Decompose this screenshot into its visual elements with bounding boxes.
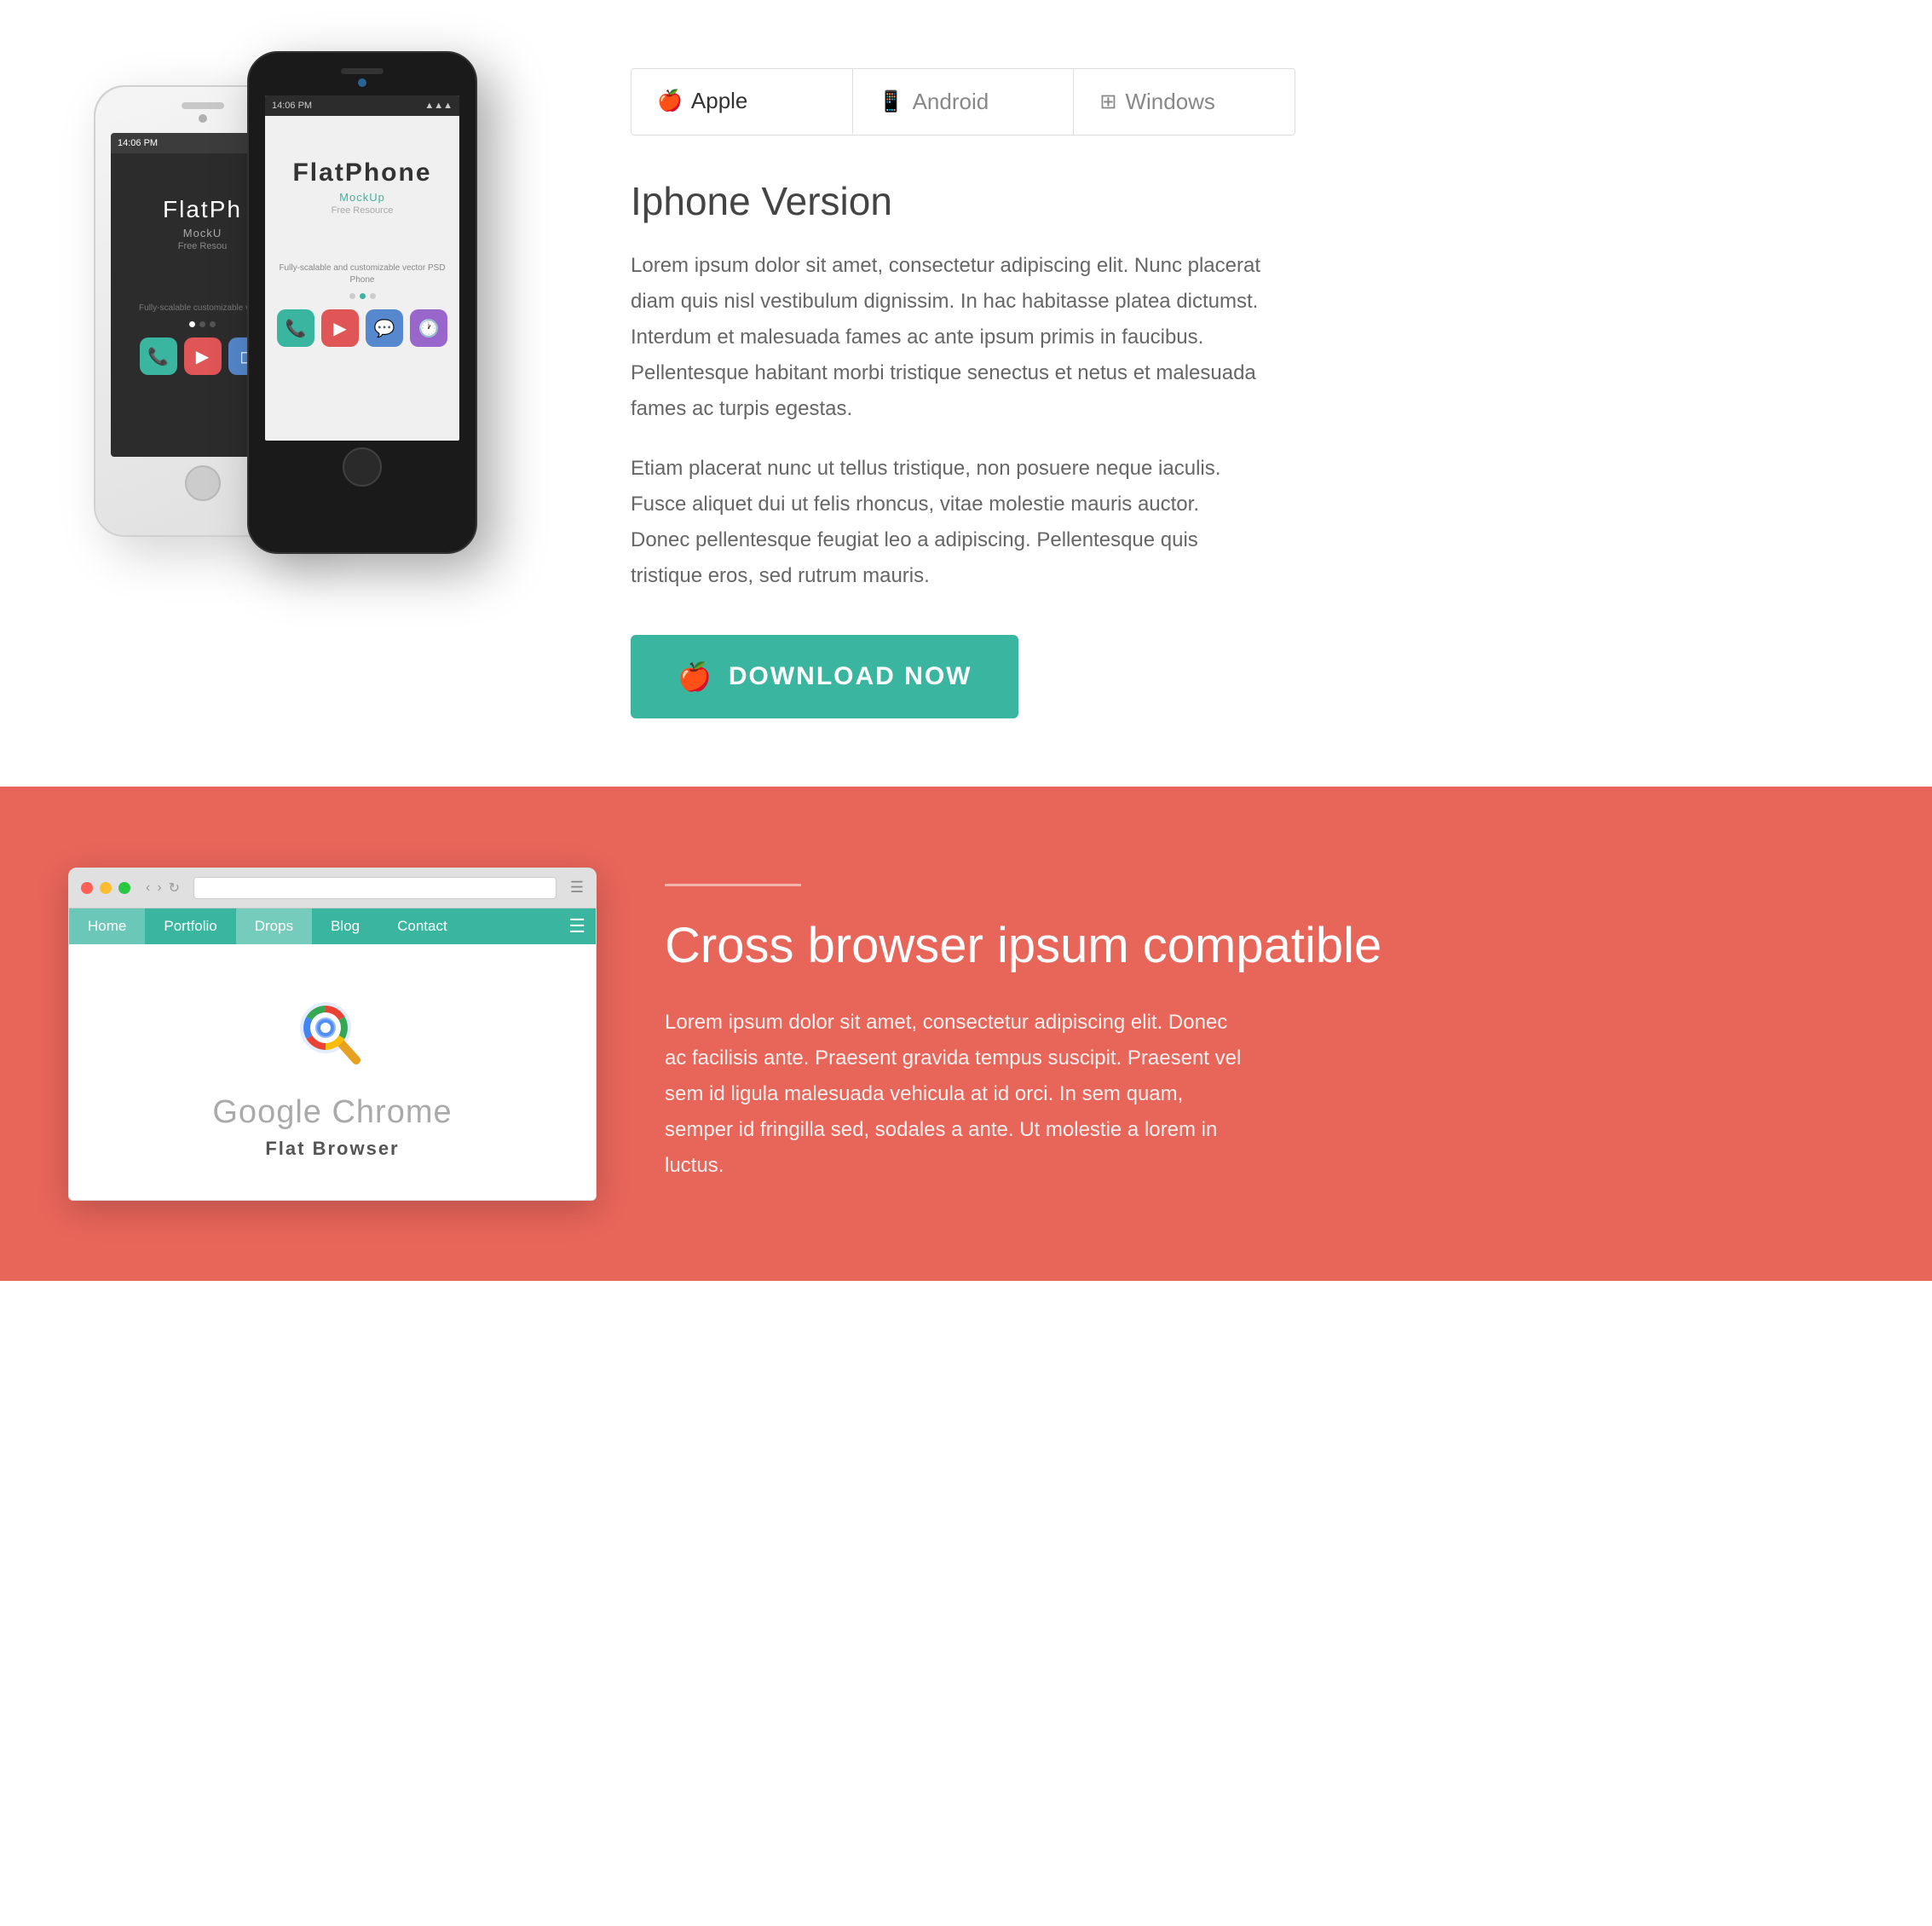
phone-black-status-bar: 14:06 PM ▲▲▲: [265, 95, 459, 116]
cross-browser-content: Cross browser ipsum compatible Lorem ips…: [665, 884, 1864, 1185]
phone-white-dot-3: [210, 321, 216, 327]
browser-nav-buttons: ‹ › ↻: [146, 879, 180, 897]
browser-minimize-btn[interactable]: [100, 882, 112, 894]
tab-apple[interactable]: 🍎 Apple: [632, 69, 853, 135]
tab-windows-label: Windows: [1125, 89, 1214, 115]
browser-forward-icon[interactable]: ›: [157, 880, 161, 896]
chrome-icon: [290, 992, 375, 1077]
phone-white-app-name: FlatPh: [163, 196, 242, 223]
browser-nav-drops-label: Drops: [255, 918, 293, 935]
section-bottom: ‹ › ↻ ☰ Home Portfolio Drops: [0, 787, 1932, 1281]
download-label: DOWNLOAD NOW: [729, 662, 972, 691]
phone-black-app-name: FlatPhone: [292, 159, 431, 187]
browser-titlebar: ‹ › ↻ ☰: [69, 868, 596, 908]
download-apple-icon: 🍎: [678, 660, 713, 693]
phone-black-icon-msg: 💬: [366, 309, 403, 347]
divider-line: [665, 884, 801, 886]
phone-white-app-free: Free Resou: [178, 241, 227, 251]
tabs-row: 🍎 Apple 📱 Android ⊞ Windows: [631, 68, 1295, 136]
browser-nav-contact-label: Contact: [397, 918, 447, 935]
download-button[interactable]: 🍎 DOWNLOAD NOW: [631, 635, 1018, 718]
phone-black-home-btn: [343, 447, 382, 487]
iphone-section-title: Iphone Version: [631, 178, 1864, 224]
browser-reload-icon[interactable]: ↻: [169, 879, 180, 897]
browser-menu-icon[interactable]: ☰: [570, 879, 584, 897]
phone-black-app-sub: MockUp: [339, 191, 385, 204]
phone-white-home-btn: [185, 465, 221, 501]
phone-white-dot-2: [199, 321, 205, 327]
cross-browser-para: Lorem ipsum dolor sit amet, consectetur …: [665, 1005, 1244, 1184]
phone-black-dot-3: [370, 293, 376, 299]
phone-white-camera: [199, 114, 207, 123]
phone-white-icon-play: ▶: [184, 337, 222, 375]
phone-black-icons-row: 📞 ▶ 💬 🕐: [277, 309, 447, 347]
phone-black-desc: Fully-scalable and customizable vector P…: [265, 262, 459, 286]
phone-black-time: 14:06 PM: [272, 101, 312, 111]
browser-app-name: Google Chrome: [212, 1094, 452, 1131]
browser-hamburger-icon[interactable]: ☰: [568, 915, 585, 937]
phone-black-dot-2: [360, 293, 366, 299]
phone-white-dots: [189, 321, 216, 327]
phone-white-app-sub: MockU: [183, 227, 222, 239]
browser-window: ‹ › ↻ ☰ Home Portfolio Drops: [68, 868, 597, 1201]
tab-apple-label: Apple: [691, 88, 748, 114]
tab-android-label: Android: [913, 89, 989, 115]
cross-browser-title: Cross browser ipsum compatible: [665, 916, 1864, 976]
phone-black-status-icons: ▲▲▲: [424, 101, 453, 111]
phone-white-icon-phone: 📞: [140, 337, 177, 375]
browser-mockup-area: ‹ › ↻ ☰ Home Portfolio Drops: [68, 868, 597, 1201]
browser-nav-portfolio[interactable]: Portfolio: [145, 908, 235, 944]
phone-white-time: 14:06 PM: [118, 138, 158, 148]
browser-nav-home[interactable]: Home: [69, 908, 145, 944]
phone-black-phone: Phone: [345, 159, 432, 187]
phone-black-dots: [349, 293, 376, 299]
android-tab-icon: 📱: [879, 89, 904, 114]
browser-back-icon[interactable]: ‹: [146, 880, 150, 896]
content-area: 🍎 Apple 📱 Android ⊞ Windows Iphone Versi…: [631, 51, 1864, 718]
iphone-section-para2: Etiam placerat nunc ut tellus tristique,…: [631, 451, 1261, 594]
browser-close-btn[interactable]: [81, 882, 93, 894]
browser-navbar: Home Portfolio Drops Blog Contact ☰: [69, 908, 596, 944]
windows-tab-icon: ⊞: [1099, 89, 1116, 114]
phone-black-screen: 14:06 PM ▲▲▲ FlatPhone MockUp Free Resou…: [265, 95, 459, 441]
phone-black-dot-1: [349, 293, 355, 299]
apple-tab-icon: 🍎: [657, 89, 683, 113]
phone-black-icon-phone: 📞: [277, 309, 314, 347]
browser-app-sub: Flat Browser: [265, 1138, 399, 1160]
browser-nav-blog-label: Blog: [331, 918, 360, 935]
phone-area: 14:06 PM ▲▲▲ FlatPh MockU Free Resou Ful…: [68, 51, 562, 597]
browser-nav-blog[interactable]: Blog: [312, 908, 378, 944]
tab-windows[interactable]: ⊞ Windows: [1074, 69, 1295, 135]
phone-black-speaker: [341, 68, 384, 74]
browser-nav-portfolio-label: Portfolio: [164, 918, 216, 935]
phone-black-icon-clock: 🕐: [410, 309, 447, 347]
phone-black-camera: [358, 78, 366, 87]
iphone-section-para1: Lorem ipsum dolor sit amet, consectetur …: [631, 248, 1261, 427]
browser-nav-contact[interactable]: Contact: [378, 908, 466, 944]
phone-black: 14:06 PM ▲▲▲ FlatPhone MockUp Free Resou…: [247, 51, 477, 554]
browser-nav-home-label: Home: [88, 918, 126, 935]
phone-black-app-free: Free Resource: [332, 205, 394, 216]
browser-maximize-btn[interactable]: [118, 882, 130, 894]
tab-android[interactable]: 📱 Android: [853, 69, 1075, 135]
phone-black-icon-play: ▶: [321, 309, 359, 347]
phone-black-flat: Flat: [292, 159, 344, 187]
browser-content: Google Chrome Flat Browser: [69, 944, 596, 1200]
browser-address-bar[interactable]: [193, 877, 557, 899]
chrome-svg: [290, 992, 375, 1077]
browser-nav-drops[interactable]: Drops: [236, 908, 312, 944]
section-top: 14:06 PM ▲▲▲ FlatPh MockU Free Resou Ful…: [0, 0, 1932, 787]
phone-white-speaker: [182, 102, 224, 109]
phone-white-dot-1: [189, 321, 195, 327]
